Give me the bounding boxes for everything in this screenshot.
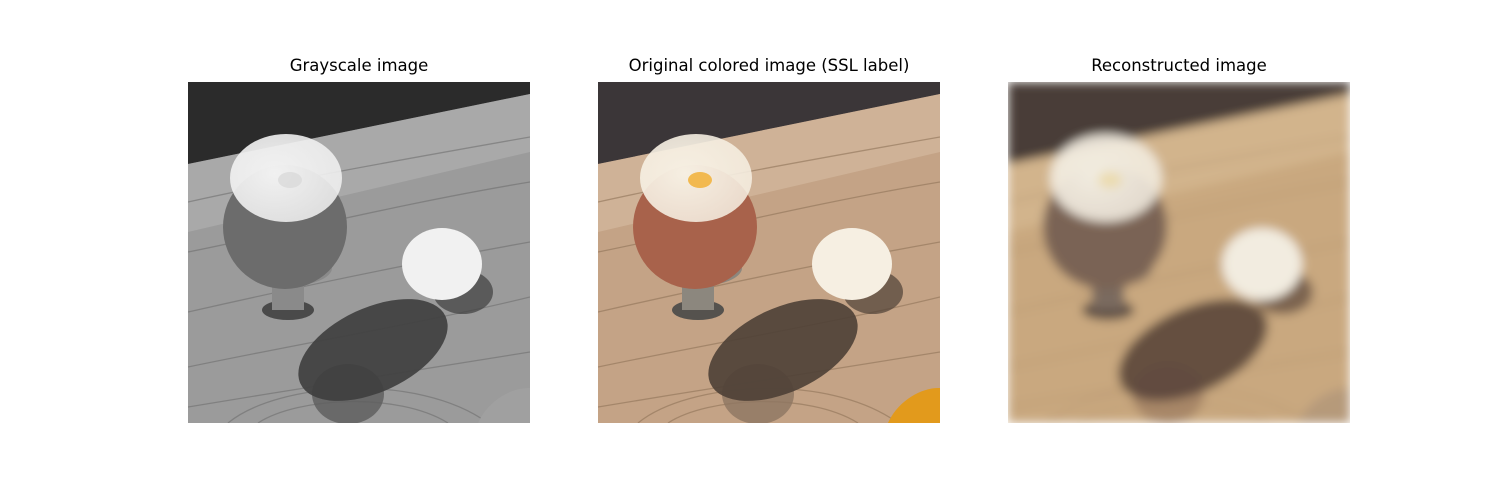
reconstructed-image [1008,82,1350,423]
panel-title-grayscale: Grayscale image [289,56,429,75]
photo-scene [1008,82,1350,423]
egg-half [402,228,482,300]
grayscale-image [188,82,530,423]
photo-scene [598,82,940,423]
egg-yolk [1098,172,1122,188]
egg-half [812,228,892,300]
photo-scene [188,82,530,423]
egg-half [1222,228,1302,300]
egg-yolk [688,172,712,188]
egg-yolk [278,172,302,188]
panel-title-reconstructed: Reconstructed image [1091,56,1267,75]
original-colored-image [598,82,940,423]
panel-title-original: Original colored image (SSL label) [628,56,910,75]
